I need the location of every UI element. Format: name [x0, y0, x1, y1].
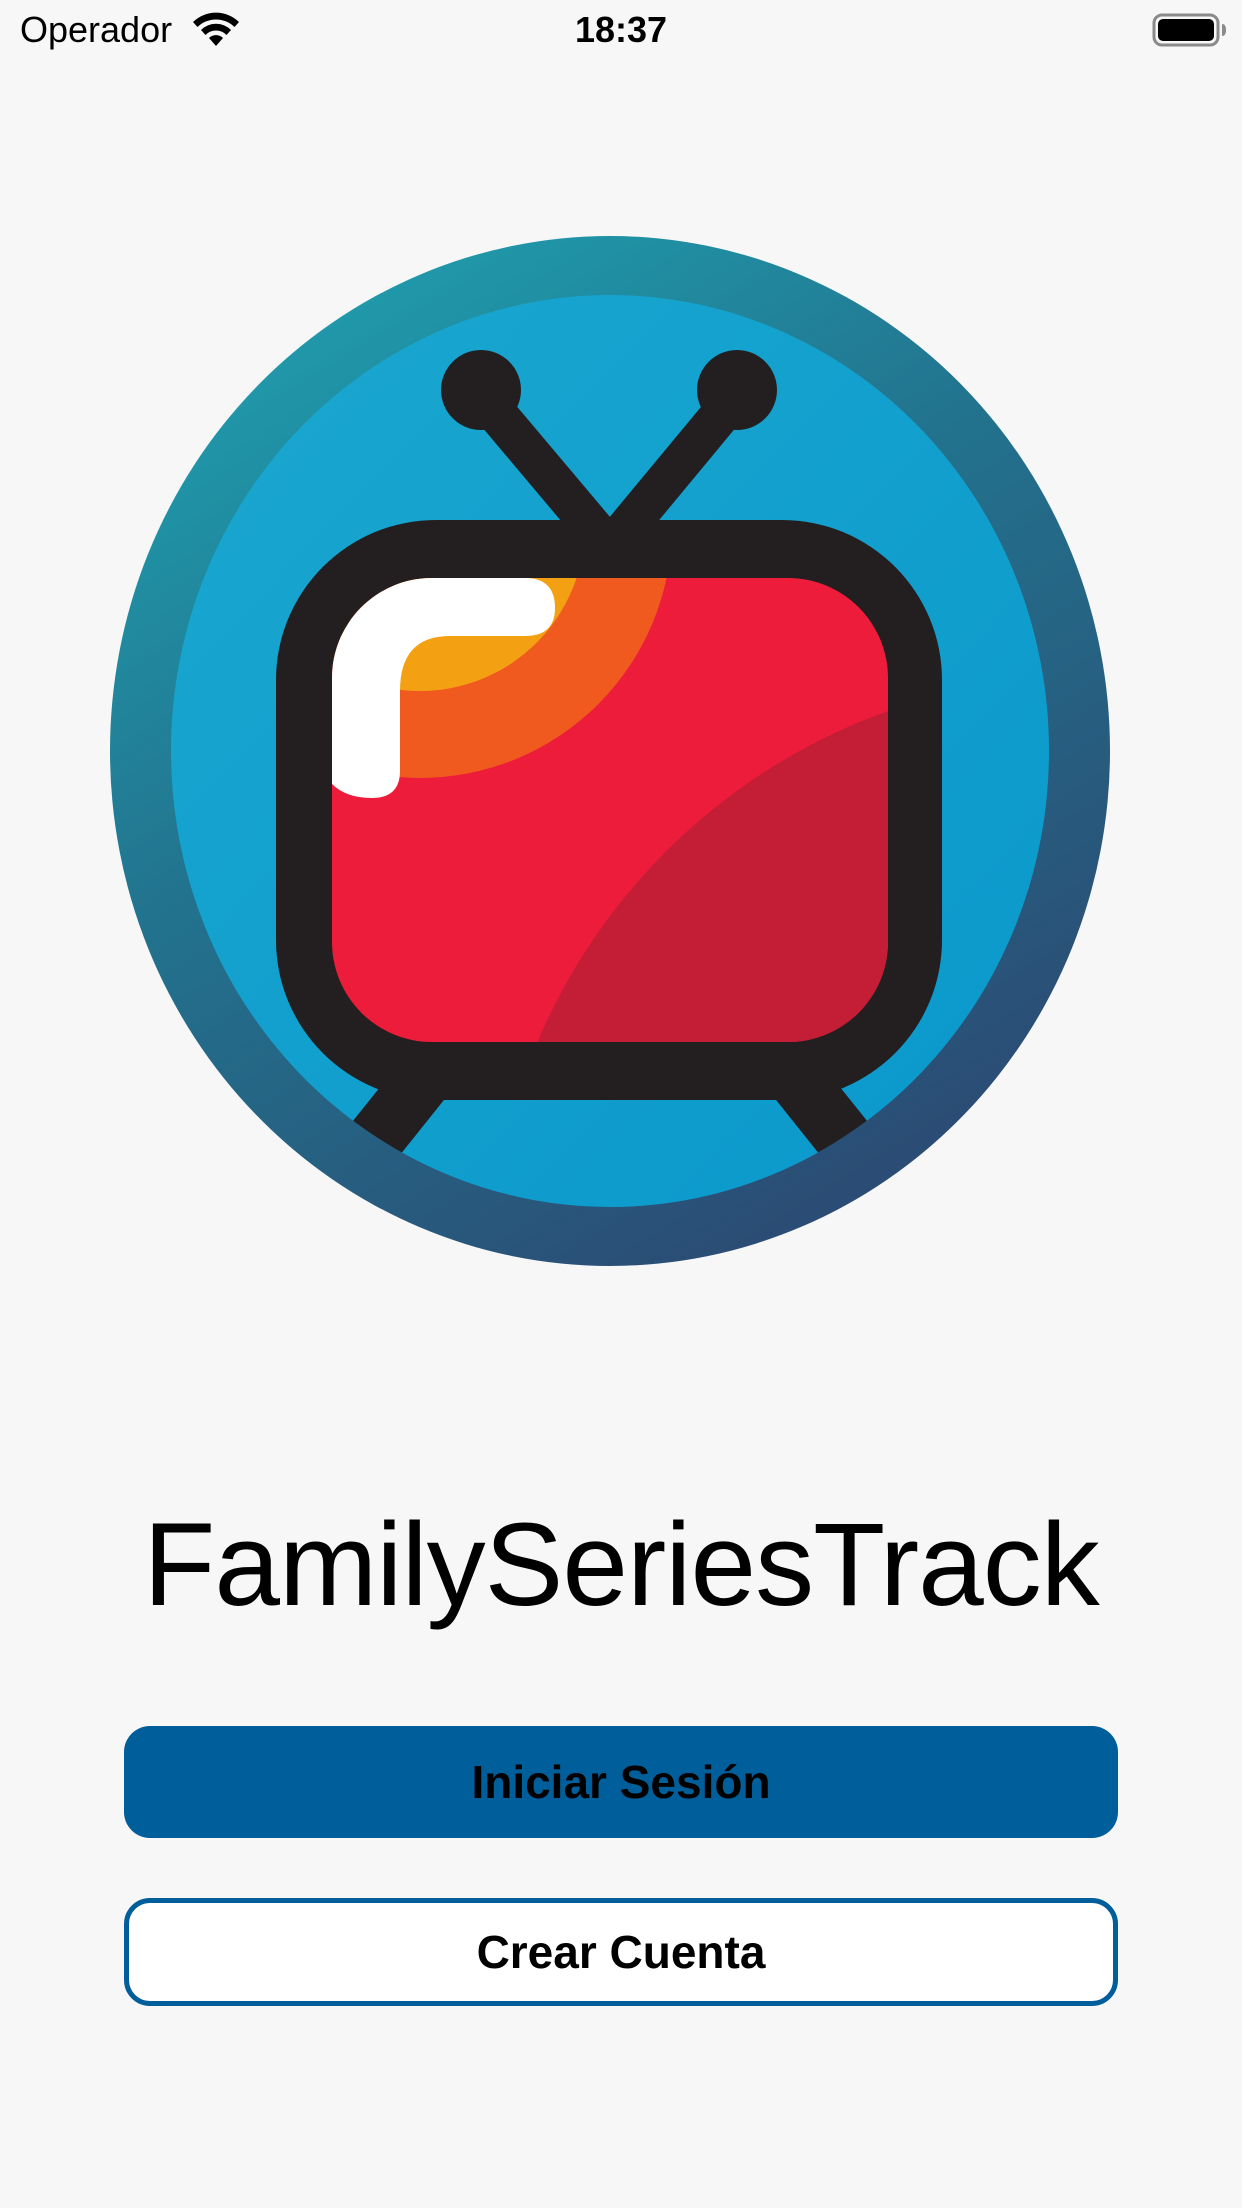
- app-title: FamilySeriesTrack: [143, 1499, 1100, 1631]
- app-logo: [110, 236, 1110, 1266]
- welcome-screen: Operador 18:37 FamilySeriesTrack Iniciar…: [0, 0, 1242, 2208]
- login-button[interactable]: Iniciar Sesión: [124, 1726, 1118, 1838]
- create-account-button[interactable]: Crear Cuenta: [124, 1898, 1118, 2006]
- login-button-label: Iniciar Sesión: [471, 1756, 771, 1808]
- create-account-button-label: Crear Cuenta: [476, 1926, 766, 1978]
- battery-full-icon: [1152, 13, 1226, 47]
- status-time: 18:37: [574, 9, 668, 50]
- status-bar: Operador 18:37: [0, 0, 1242, 60]
